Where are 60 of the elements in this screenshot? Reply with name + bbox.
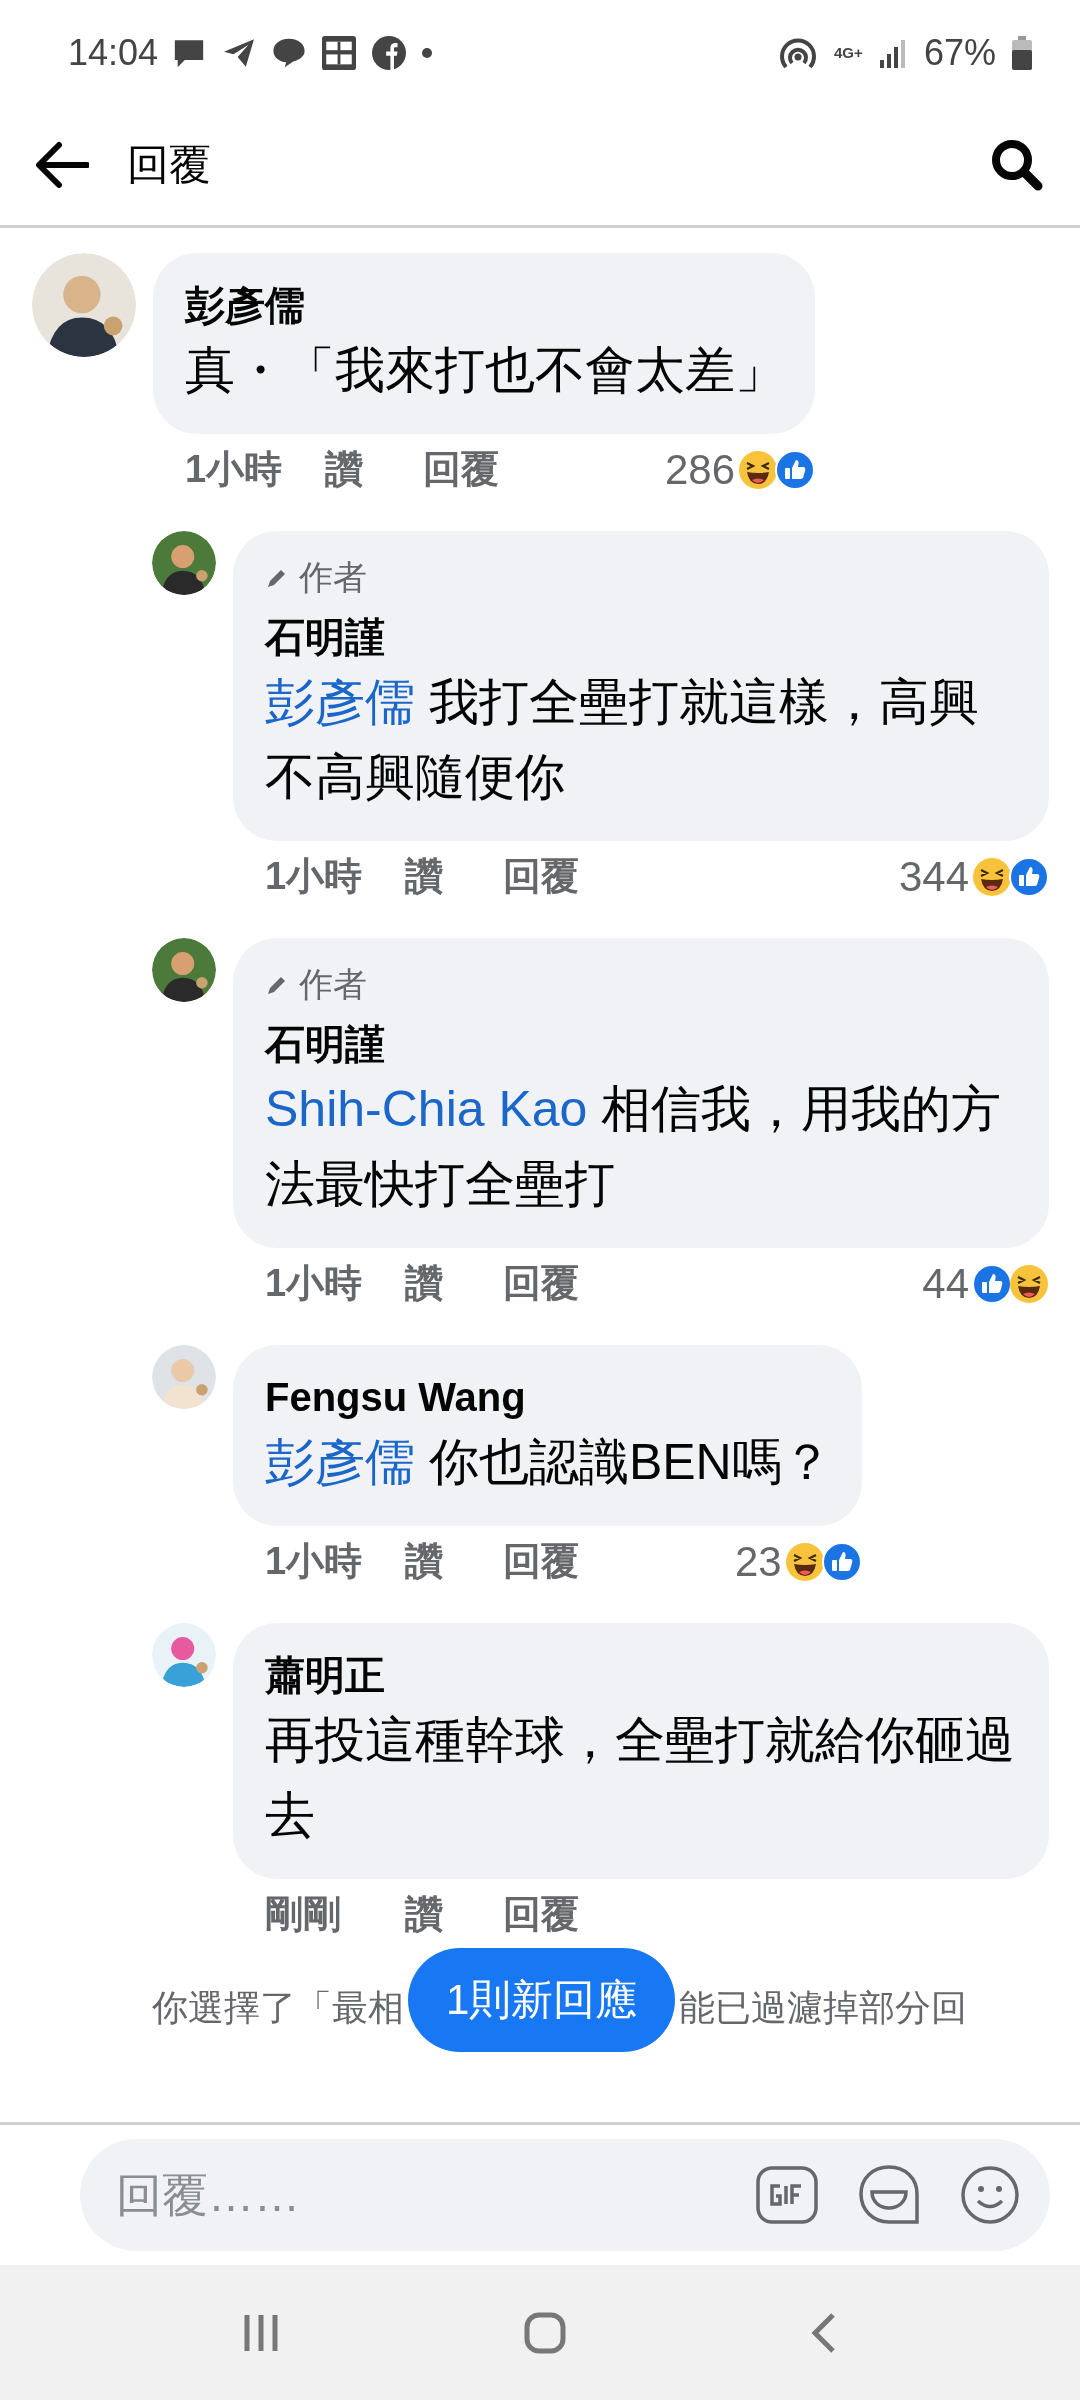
- search-icon[interactable]: [990, 138, 1044, 192]
- comment-author[interactable]: 石明謹: [265, 609, 1019, 665]
- battery-percent: 67%: [923, 31, 996, 74]
- reply-link[interactable]: 回覆: [503, 1258, 579, 1309]
- thumbs-up-icon: [1009, 856, 1049, 897]
- emoji-icon[interactable]: [960, 2165, 1020, 2225]
- comment-author[interactable]: Fengsu Wang: [265, 1369, 832, 1425]
- sticker-icon[interactable]: [858, 2164, 920, 2226]
- circle-logo-icon: [372, 35, 407, 70]
- new-replies-button[interactable]: 1則新回應: [408, 1948, 676, 2052]
- comment-text: 彭彥儒 你也認識BEN嗎？: [265, 1433, 832, 1492]
- mention-link[interactable]: 彭彥儒: [265, 674, 415, 730]
- reaction-count[interactable]: 23: [735, 1537, 782, 1586]
- comment-author[interactable]: 蕭明正: [265, 1647, 1019, 1703]
- page-title: 回覆: [127, 140, 212, 190]
- grid-logo-icon: [322, 35, 357, 70]
- reaction-count[interactable]: 44: [922, 1259, 969, 1308]
- comment-text: 真・「我來打也不會太差」: [185, 341, 785, 400]
- author-label: 作者: [299, 557, 367, 598]
- comment-time: 1小時: [185, 447, 284, 492]
- laughing-emoji-icon: [1009, 1263, 1049, 1304]
- like-link[interactable]: 讚: [325, 444, 423, 495]
- author-label: 作者: [299, 964, 367, 1005]
- back-arrow-icon[interactable]: [35, 141, 89, 189]
- comment-text: 再投這種幹球，全壘打就給你砸過去: [265, 1711, 1016, 1845]
- battery-icon: [1012, 35, 1032, 70]
- signal-icon: [879, 37, 908, 68]
- reply-link[interactable]: 回覆: [503, 851, 579, 902]
- comment-time: 1小時: [265, 1261, 364, 1306]
- reply-link[interactable]: 回覆: [503, 1536, 579, 1587]
- paper-plane-icon: [222, 37, 257, 68]
- comment-time: 剛剛: [265, 1892, 342, 1937]
- gif-icon[interactable]: [756, 2166, 818, 2224]
- like-link[interactable]: 讚: [405, 851, 503, 902]
- home-icon[interactable]: [524, 2311, 566, 2354]
- comment-text: Shih-Chia Kao 相信我，用我的方法最快打全壘打: [265, 1080, 1003, 1214]
- thumbs-up-icon: [821, 1541, 862, 1582]
- filter-notice: 能已過濾掉部分回: [679, 1986, 968, 2030]
- clock: 14:04: [68, 31, 159, 74]
- comment-author[interactable]: 石明謹: [265, 1016, 1019, 1072]
- reply-input[interactable]: 回覆……: [114, 2167, 716, 2223]
- reply-link[interactable]: 回覆: [423, 444, 499, 495]
- like-link[interactable]: 讚: [405, 1258, 503, 1309]
- mention-link[interactable]: 彭彥儒: [265, 1434, 415, 1490]
- like-link[interactable]: 讚: [405, 1536, 503, 1587]
- reply-link[interactable]: 回覆: [503, 1889, 579, 1940]
- like-link[interactable]: 讚: [405, 1889, 503, 1940]
- filter-notice: 你選擇了「最相: [152, 1986, 404, 2030]
- comment-time: 1小時: [265, 854, 364, 899]
- mention-link[interactable]: Shih-Chia Kao: [265, 1081, 588, 1137]
- reaction-count[interactable]: 286: [664, 445, 735, 494]
- network-type: 4G+: [833, 45, 864, 60]
- reaction-count[interactable]: 344: [898, 852, 969, 901]
- comment-text: 彭彥儒 我打全壘打就這樣，高興不高興隨便你: [265, 673, 980, 807]
- speech-bubble-icon: [272, 36, 307, 69]
- comment-author[interactable]: 彭彥儒: [185, 277, 785, 333]
- thumbs-up-icon: [775, 449, 815, 490]
- reply-field[interactable]: 回覆……: [80, 2139, 1050, 2251]
- comment-time: 1小時: [265, 1539, 364, 1584]
- dot-icon: [422, 47, 433, 58]
